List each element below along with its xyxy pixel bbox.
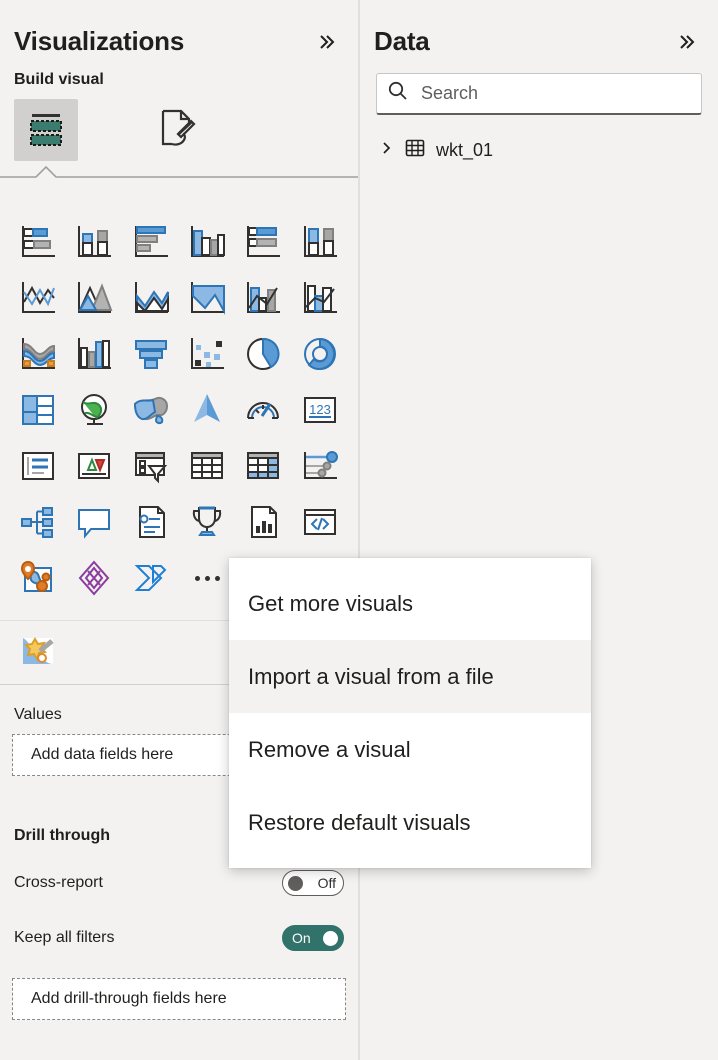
- toggle-knob: [288, 875, 303, 891]
- keep-all-filters-label: Keep all filters: [14, 929, 115, 946]
- cross-report-row: Cross-report Off: [0, 863, 358, 903]
- more-options-button[interactable]: [179, 550, 235, 606]
- decomposition-tree[interactable]: [10, 494, 66, 550]
- waterfall-chart[interactable]: [66, 326, 122, 382]
- line-and-stacked-column-chart[interactable]: [179, 270, 235, 326]
- svg-text:123: 123: [309, 402, 331, 417]
- line-and-clustered-column-chart-2[interactable]: [292, 270, 348, 326]
- gauge[interactable]: [235, 382, 291, 438]
- keep-all-filters-toggle[interactable]: On: [282, 925, 344, 951]
- search-icon: [387, 80, 409, 107]
- cross-report-state: Off: [317, 875, 336, 891]
- treemap[interactable]: [10, 382, 66, 438]
- ellipsis-icon: [194, 575, 220, 581]
- toggle-knob: [323, 930, 338, 946]
- build-visual-label: Build visual: [14, 71, 104, 88]
- stacked-area-chart[interactable]: [123, 270, 179, 326]
- funnel-chart[interactable]: [123, 326, 179, 382]
- visual-mode-tabs: [0, 89, 358, 178]
- key-influencers[interactable]: [179, 494, 235, 550]
- keep-all-filters-row: Keep all filters On: [0, 918, 358, 958]
- visuals-context-menu: Get more visuals Import a visual from a …: [229, 558, 591, 868]
- menu-item-remove-a-visual[interactable]: Remove a visual: [229, 713, 591, 786]
- search-box[interactable]: [376, 73, 702, 115]
- tab-underline: [0, 163, 358, 183]
- card[interactable]: 123: [292, 382, 348, 438]
- azure-map[interactable]: [179, 382, 235, 438]
- custom-visual-spark[interactable]: [10, 623, 66, 679]
- drill-through-dropzone[interactable]: Add drill-through fields here: [12, 978, 346, 1020]
- ribbon-chart[interactable]: [10, 326, 66, 382]
- menu-item-get-more-visuals[interactable]: Get more visuals: [229, 567, 591, 640]
- stacked-column-chart[interactable]: [66, 214, 122, 270]
- data-title: Data: [374, 26, 430, 56]
- slicer[interactable]: [123, 438, 179, 494]
- fields-table-icon: [24, 106, 68, 155]
- visual-type-gallery: 123: [0, 208, 358, 606]
- paintbrush-page-icon: [154, 106, 198, 155]
- line-and-clustered-column-chart[interactable]: [235, 270, 291, 326]
- table-node-wkt_01[interactable]: wkt_01: [380, 137, 718, 164]
- 100-stacked-column-chart[interactable]: [292, 214, 348, 270]
- line-chart[interactable]: [10, 270, 66, 326]
- pie-chart[interactable]: [235, 326, 291, 382]
- cross-report-toggle[interactable]: Off: [282, 870, 344, 896]
- data-header: Data: [360, 0, 718, 57]
- format-visual-tab[interactable]: [144, 99, 208, 161]
- table-icon: [404, 137, 426, 164]
- data-pane: Data Search wkt_01: [360, 0, 718, 1060]
- double-chevron-right-icon[interactable]: [674, 29, 700, 55]
- visualizations-header: Visualizations: [0, 0, 358, 57]
- menu-item-restore-default-visuals[interactable]: Restore default visuals: [229, 786, 591, 859]
- paginated-report[interactable]: [235, 494, 291, 550]
- multi-row-card[interactable]: [10, 438, 66, 494]
- filled-map[interactable]: [123, 382, 179, 438]
- r-script-visual[interactable]: [292, 438, 348, 494]
- table[interactable]: [179, 438, 235, 494]
- q-and-a[interactable]: [66, 494, 122, 550]
- power-automate[interactable]: [123, 550, 179, 606]
- power-apps[interactable]: [66, 550, 122, 606]
- matrix[interactable]: [235, 438, 291, 494]
- keep-all-filters-state: On: [292, 930, 311, 946]
- kpi[interactable]: [66, 438, 122, 494]
- stacked-bar-chart[interactable]: [10, 214, 66, 270]
- arcgis-maps[interactable]: [10, 550, 66, 606]
- page-title: Visualizations: [14, 26, 185, 56]
- smart-narrative[interactable]: [123, 494, 179, 550]
- python-visual[interactable]: [292, 494, 348, 550]
- chevron-right-icon[interactable]: [380, 140, 394, 161]
- double-chevron-right-icon[interactable]: [314, 29, 340, 55]
- map[interactable]: [66, 382, 122, 438]
- clustered-bar-chart[interactable]: [123, 214, 179, 270]
- search-input[interactable]: [419, 82, 691, 105]
- donut-chart[interactable]: [292, 326, 348, 382]
- area-chart[interactable]: [66, 270, 122, 326]
- cross-report-label: Cross-report: [14, 874, 103, 891]
- build-visual-tab[interactable]: [14, 99, 78, 161]
- scatter-chart[interactable]: [179, 326, 235, 382]
- table-name: wkt_01: [436, 140, 494, 160]
- visualizations-pane: Visualizations Build visual 123 Values A…: [0, 0, 358, 1060]
- clustered-column-chart[interactable]: [179, 214, 235, 270]
- menu-item-import-a-visual-from-a-file[interactable]: Import a visual from a file: [229, 640, 591, 713]
- 100-stacked-bar-chart[interactable]: [235, 214, 291, 270]
